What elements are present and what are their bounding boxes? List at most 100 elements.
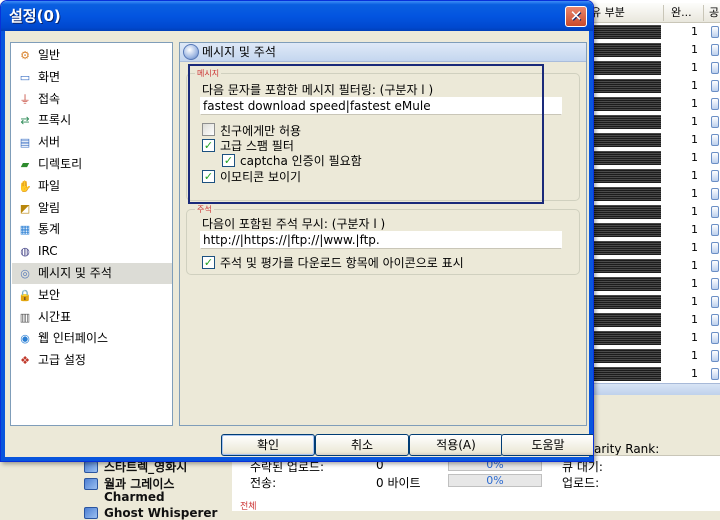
settings-dialog: 설정(0) ✕ ⚙ 일반 ▭ 화면 ⏚ 접속 ⇄ 프록시 ▤ 서버 ▰ 디렉토리 ✋ 파일 ◩ 알림 ▦ 통계 ◍ I… (0, 0, 594, 462)
comment-ignore-input[interactable]: http://|https://|ftp://|www.|ftp. (200, 231, 562, 249)
transfer-row[interactable]: 1 (575, 329, 720, 347)
sent-progress: 0% (448, 474, 542, 487)
share-state-icon (711, 206, 719, 218)
complete-sources-count: 1 (691, 97, 698, 110)
share-state-icon (711, 188, 719, 200)
sidebar-item[interactable]: ✋ 파일 (12, 176, 172, 197)
page-title: 메시지 및 주석 (202, 45, 276, 59)
share-state-icon (711, 116, 719, 128)
transfer-row[interactable]: 1 (575, 239, 720, 257)
sent-label: 전송: (250, 476, 277, 490)
sidebar-item[interactable]: 🔒 보안 (12, 285, 172, 306)
dialog-border-left (1, 31, 5, 461)
transfer-row[interactable]: 1 (575, 77, 720, 95)
sidebar-item[interactable]: ◩ 알림 (12, 198, 172, 219)
complete-sources-count: 1 (691, 115, 698, 128)
progress-bar (583, 43, 661, 57)
transfer-row[interactable]: 1 (575, 221, 720, 239)
dialog-border-right (589, 31, 593, 461)
transfer-row[interactable]: 1 (575, 131, 720, 149)
share-state-icon (711, 224, 719, 236)
transfer-row[interactable]: 1 (575, 23, 720, 41)
share-state-icon (711, 332, 719, 344)
transfer-row[interactable]: 1 (575, 185, 720, 203)
transfer-list[interactable]: 1 1 1 1 1 1 1 1 1 1 1 1 1 1 1 1 1 1 1 1 (575, 23, 720, 383)
transfer-row[interactable]: 1 (575, 59, 720, 77)
progress-bar (583, 25, 661, 39)
ok-button[interactable]: 확인 (221, 434, 315, 456)
progress-bar (583, 223, 661, 237)
statistics-icon: ▦ (19, 223, 31, 237)
file-icon: ✋ (18, 179, 32, 193)
notification-icon: ◩ (19, 201, 31, 215)
sent-value: 0 바이트 (376, 476, 421, 490)
column-header-complete[interactable]: 완... (671, 3, 692, 23)
sidebar-item[interactable]: ⚙ 일반 (12, 45, 172, 66)
share-state-icon (711, 134, 719, 146)
show-comment-icon-checkbox[interactable]: ✓ (202, 256, 215, 269)
progress-bar (583, 295, 661, 309)
show-comment-icon-label: 주석 및 평가를 다운로드 항목에 아이콘으로 표시 (220, 256, 464, 270)
progress-bar (583, 259, 661, 273)
dialog-border-bottom (1, 457, 593, 461)
panel-splitter[interactable] (575, 383, 720, 395)
sidebar-item[interactable]: ◍ IRC (12, 241, 172, 262)
transfer-row[interactable]: 1 (575, 293, 720, 311)
share-state-icon (711, 242, 719, 254)
sidebar-item[interactable]: ▰ 디렉토리 (12, 154, 172, 175)
sidebar-item[interactable]: ▭ 화면 (12, 67, 172, 88)
tree-item[interactable]: Charmed (104, 490, 165, 504)
sidebar-item-label: 서버 (38, 135, 61, 150)
transfer-row[interactable]: 1 (575, 347, 720, 365)
comment-ignore-label: 다음이 포함된 주석 무시: (구분자 l ) (202, 217, 386, 231)
schedule-icon: ▥ (19, 310, 31, 324)
transfer-row[interactable]: 1 (575, 275, 720, 293)
transfer-row[interactable]: 1 (575, 311, 720, 329)
sidebar-item[interactable]: ▤ 서버 (12, 132, 172, 153)
progress-bar (583, 367, 661, 381)
sidebar-item-label: IRC (38, 244, 58, 259)
dialog-titlebar[interactable]: 설정(0) ✕ (1, 1, 593, 31)
gear-icon: ⚙ (20, 49, 30, 62)
comments-group-legend: 주석 (195, 205, 214, 215)
help-button[interactable]: 도움말 (501, 434, 593, 456)
progress-bar (583, 241, 661, 255)
column-header-share[interactable]: 공 (709, 3, 719, 23)
tree-item[interactable]: Ghost Whisperer (84, 506, 217, 520)
transfer-row[interactable]: 1 (575, 41, 720, 59)
transfer-row[interactable]: 1 (575, 365, 720, 383)
transfer-row[interactable]: 1 (575, 257, 720, 275)
sidebar-item[interactable]: ⇄ 프록시 (12, 110, 172, 131)
transfer-row[interactable]: 1 (575, 149, 720, 167)
complete-sources-count: 1 (691, 205, 698, 218)
complete-sources-count: 1 (691, 25, 698, 38)
settings-category-list[interactable]: ⚙ 일반 ▭ 화면 ⏚ 접속 ⇄ 프록시 ▤ 서버 ▰ 디렉토리 ✋ 파일 ◩ 알림 ▦ 통계 ◍ IRC ◎ 메시지 및… (10, 42, 173, 426)
sidebar-item[interactable]: ◎ 메시지 및 주석 (12, 263, 172, 284)
complete-sources-count: 1 (691, 223, 698, 236)
folder-icon: ▰ (20, 158, 30, 171)
progress-bar (583, 277, 661, 291)
sidebar-item[interactable]: ▦ 통계 (12, 219, 172, 240)
sidebar-item[interactable]: ▥ 시간표 (12, 307, 172, 328)
transfer-row[interactable]: 1 (575, 167, 720, 185)
sidebar-item[interactable]: ◉ 웹 인터페이스 (12, 328, 172, 349)
complete-sources-count: 1 (691, 277, 698, 290)
cancel-button[interactable]: 취소 (315, 434, 409, 456)
apply-button[interactable]: 적용(A) (409, 434, 503, 456)
upload-label: 업로드: (562, 476, 600, 490)
sidebar-item[interactable]: ❖ 고급 설정 (12, 350, 172, 371)
column-header-part[interactable]: 유 부분 (591, 3, 625, 23)
column-separator (663, 5, 664, 21)
sidebar-item[interactable]: ⏚ 접속 (12, 89, 172, 110)
transfer-row[interactable]: 1 (575, 95, 720, 113)
progress-bar (583, 331, 661, 345)
web-icon: ◉ (20, 332, 30, 346)
complete-sources-count: 1 (691, 313, 698, 326)
category-icon (84, 507, 98, 519)
transfer-row[interactable]: 1 (575, 203, 720, 221)
close-button[interactable]: ✕ (565, 6, 587, 27)
share-state-icon (711, 80, 719, 92)
progress-bar (583, 169, 661, 183)
complete-sources-count: 1 (691, 367, 698, 380)
transfer-row[interactable]: 1 (575, 113, 720, 131)
